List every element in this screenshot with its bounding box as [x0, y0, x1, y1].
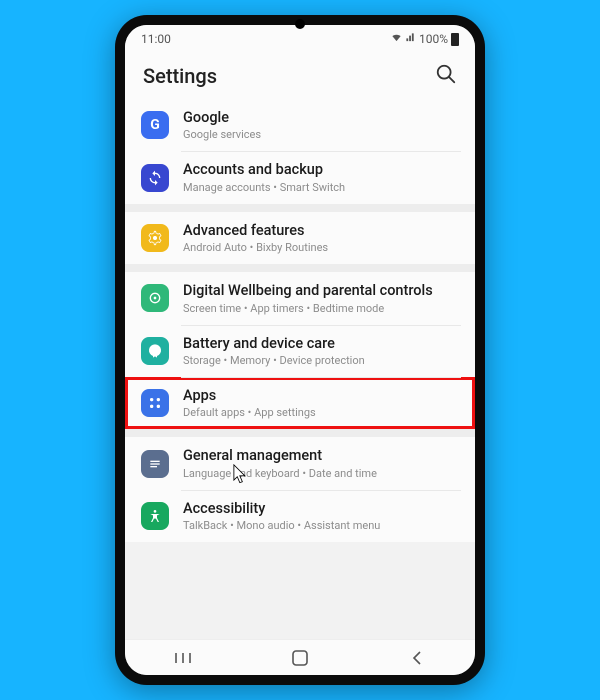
- sync-icon: [141, 164, 169, 192]
- status-bar: 11:00 100%: [125, 25, 475, 53]
- item-sub: Storage • Memory • Device protection: [183, 354, 365, 367]
- item-sub: Language and keyboard • Date and time: [183, 467, 377, 480]
- general-icon: [141, 450, 169, 478]
- page-title: Settings: [143, 64, 217, 88]
- nav-back[interactable]: [382, 650, 452, 666]
- signal-icon: [405, 32, 416, 46]
- battery-icon: [451, 33, 459, 46]
- group-gap: [125, 429, 475, 437]
- item-title: Digital Wellbeing and parental controls: [183, 282, 433, 299]
- status-right: 100%: [391, 32, 459, 46]
- settings-item-wellbeing[interactable]: Digital Wellbeing and parental controls …: [125, 272, 475, 324]
- header: Settings: [125, 53, 475, 99]
- item-sub: Google services: [183, 128, 261, 141]
- item-title: Google: [183, 109, 261, 126]
- apps-icon: [141, 389, 169, 417]
- nav-recents[interactable]: [148, 651, 218, 665]
- item-sub: Android Auto • Bixby Routines: [183, 241, 328, 254]
- item-title: Accessibility: [183, 500, 380, 517]
- settings-item-advanced[interactable]: Advanced features Android Auto • Bixby R…: [125, 212, 475, 264]
- settings-list[interactable]: G Google Google services Accounts and ba…: [125, 99, 475, 639]
- item-sub: Manage accounts • Smart Switch: [183, 181, 345, 194]
- item-title: Battery and device care: [183, 335, 365, 352]
- nav-bar: [125, 639, 475, 675]
- search-icon[interactable]: [435, 63, 457, 89]
- gear-icon: [141, 224, 169, 252]
- item-sub: Screen time • App timers • Bedtime mode: [183, 302, 433, 315]
- item-sub: TalkBack • Mono audio • Assistant menu: [183, 519, 380, 532]
- group-gap: [125, 264, 475, 272]
- settings-item-google[interactable]: G Google Google services: [125, 99, 475, 151]
- wifi-icon: [391, 32, 402, 46]
- item-title: Accounts and backup: [183, 161, 345, 178]
- nav-home[interactable]: [265, 649, 335, 667]
- item-sub: Default apps • App settings: [183, 406, 316, 419]
- screen: 11:00 100% Settings G Google Google ser: [125, 25, 475, 675]
- device-care-icon: [141, 337, 169, 365]
- settings-item-battery[interactable]: Battery and device care Storage • Memory…: [125, 325, 475, 377]
- settings-item-general[interactable]: General management Language and keyboard…: [125, 437, 475, 489]
- group-gap: [125, 204, 475, 212]
- camera-notch: [295, 19, 305, 29]
- settings-item-apps[interactable]: Apps Default apps • App settings: [125, 377, 475, 429]
- settings-item-accessibility[interactable]: Accessibility TalkBack • Mono audio • As…: [125, 490, 475, 542]
- google-icon: G: [141, 111, 169, 139]
- item-title: Apps: [183, 387, 316, 404]
- battery-text: 100%: [419, 32, 448, 46]
- item-title: General management: [183, 447, 377, 464]
- settings-item-accounts[interactable]: Accounts and backup Manage accounts • Sm…: [125, 151, 475, 203]
- cursor-icon: [233, 464, 250, 486]
- status-time: 11:00: [141, 32, 171, 46]
- item-title: Advanced features: [183, 222, 328, 239]
- phone-frame: 11:00 100% Settings G Google Google ser: [115, 15, 485, 685]
- accessibility-icon: [141, 502, 169, 530]
- wellbeing-icon: [141, 284, 169, 312]
